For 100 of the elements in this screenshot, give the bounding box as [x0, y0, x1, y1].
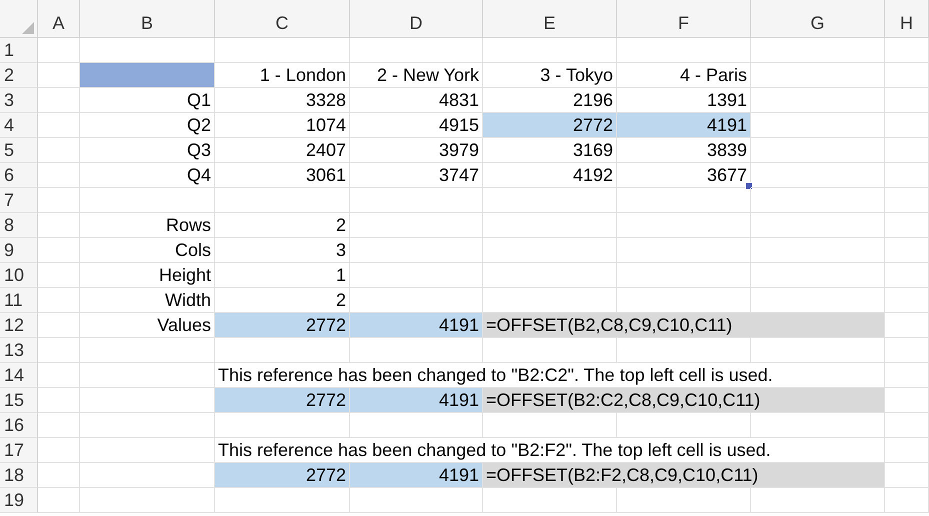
- table-cell: [38, 363, 80, 388]
- table-cell: 3 - Tokyo: [483, 63, 617, 88]
- table-cell: Q3: [80, 138, 215, 163]
- table-cell: 2772: [215, 313, 350, 338]
- table-cell: [885, 388, 929, 413]
- table-cell: Q4: [80, 163, 215, 188]
- table-cell: 3: [215, 238, 350, 263]
- table-cell: [885, 63, 929, 88]
- table-cell: [38, 113, 80, 138]
- row-header[interactable]: 18: [0, 463, 38, 488]
- row-header[interactable]: 15: [0, 388, 38, 413]
- table-cell: [38, 263, 80, 288]
- table-cell: [885, 88, 929, 113]
- table-cell: [885, 263, 929, 288]
- table-cell: [38, 163, 80, 188]
- row-header[interactable]: 4: [0, 113, 38, 138]
- table-cell: [38, 238, 80, 263]
- table-cell: [38, 38, 80, 63]
- table-cell: 2772: [483, 113, 617, 138]
- row-header[interactable]: 7: [0, 188, 38, 213]
- row-header[interactable]: 13: [0, 338, 38, 363]
- table-cell: [885, 163, 929, 188]
- table-cell: [885, 238, 929, 263]
- table-cell: 3328: [215, 88, 350, 113]
- table-cell: [885, 438, 929, 463]
- table-cell: [885, 463, 929, 488]
- table-cell: =OFFSET(B2,C8,C9,C10,C11): [483, 313, 885, 338]
- row-header[interactable]: 17: [0, 438, 38, 463]
- row-header[interactable]: 9: [0, 238, 38, 263]
- table-cell: [38, 213, 80, 238]
- table-cell: 4191: [350, 388, 483, 413]
- table-cell: [885, 188, 929, 213]
- row-header[interactable]: 16: [0, 413, 38, 438]
- table-cell: =OFFSET(B2:C2,C8,C9,C10,C11): [483, 388, 885, 413]
- table-cell: 3169: [483, 138, 617, 163]
- table-cell: [38, 288, 80, 313]
- row-header[interactable]: 1: [0, 38, 38, 63]
- row-header[interactable]: 12: [0, 313, 38, 338]
- table-cell: 3979: [350, 138, 483, 163]
- table-cell: [38, 338, 80, 363]
- column-header[interactable]: A: [38, 0, 80, 37]
- table-cell: Q2: [80, 113, 215, 138]
- table-cell: Height: [80, 263, 215, 288]
- row-header[interactable]: 10: [0, 263, 38, 288]
- row-header[interactable]: 6: [0, 163, 38, 188]
- table-cell: [38, 88, 80, 113]
- column-header[interactable]: G: [751, 0, 885, 37]
- row-header[interactable]: 14: [0, 363, 38, 388]
- table-cell: [885, 363, 929, 388]
- table-cell: Cols: [80, 238, 215, 263]
- table-cell: =OFFSET(B2:F2,C8,C9,C10,C11): [483, 463, 885, 488]
- table-cell: [885, 413, 929, 438]
- table-cell: Rows: [80, 213, 215, 238]
- table-cell: [885, 113, 929, 138]
- table-cell: [38, 463, 80, 488]
- table-cell: 4 - Paris: [617, 63, 751, 88]
- table-cell: [38, 388, 80, 413]
- table-cell: 2 - New York: [350, 63, 483, 88]
- column-header[interactable]: H: [885, 0, 929, 37]
- table-cell: [885, 213, 929, 238]
- table-cell: [885, 338, 929, 363]
- table-cell: [38, 438, 80, 463]
- row-header[interactable]: 5: [0, 138, 38, 163]
- row-header[interactable]: 19: [0, 488, 38, 513]
- table-cell: 3747: [350, 163, 483, 188]
- row-header[interactable]: 2: [0, 63, 38, 88]
- table-cell: 4192: [483, 163, 617, 188]
- table-cell: 1 - London: [215, 63, 350, 88]
- table-cell: [885, 138, 929, 163]
- table-cell: [38, 313, 80, 338]
- row-header[interactable]: 11: [0, 288, 38, 313]
- table-cell: 1074: [215, 113, 350, 138]
- table-cell: [38, 188, 80, 213]
- row-header[interactable]: 3: [0, 88, 38, 113]
- column-header[interactable]: F: [617, 0, 751, 37]
- table-cell: [885, 488, 929, 513]
- table-cell: 4191: [617, 113, 751, 138]
- table-cell: Q1: [80, 88, 215, 113]
- table-cell: 4191: [350, 463, 483, 488]
- table-cell: [38, 488, 80, 513]
- table-cell: 1: [215, 263, 350, 288]
- table-cell: 3061: [215, 163, 350, 188]
- table-cell: 4831: [350, 88, 483, 113]
- table-cell: [38, 138, 80, 163]
- table-cell: 2772: [215, 388, 350, 413]
- table-cell: 2407: [215, 138, 350, 163]
- table-cell: 2: [215, 213, 350, 238]
- table-cell: 3677: [617, 163, 751, 188]
- row-header[interactable]: 8: [0, 213, 38, 238]
- column-header[interactable]: B: [80, 0, 215, 37]
- table-cell: [885, 313, 929, 338]
- fill-handle[interactable]: [745, 182, 753, 190]
- column-header[interactable]: D: [350, 0, 483, 37]
- table-cell: 4191: [350, 313, 483, 338]
- table-cell: Width: [80, 288, 215, 313]
- table-cell: [885, 288, 929, 313]
- column-header[interactable]: C: [215, 0, 350, 37]
- column-header[interactable]: E: [483, 0, 617, 37]
- table-cell: [885, 38, 929, 63]
- table-cell: 2772: [215, 463, 350, 488]
